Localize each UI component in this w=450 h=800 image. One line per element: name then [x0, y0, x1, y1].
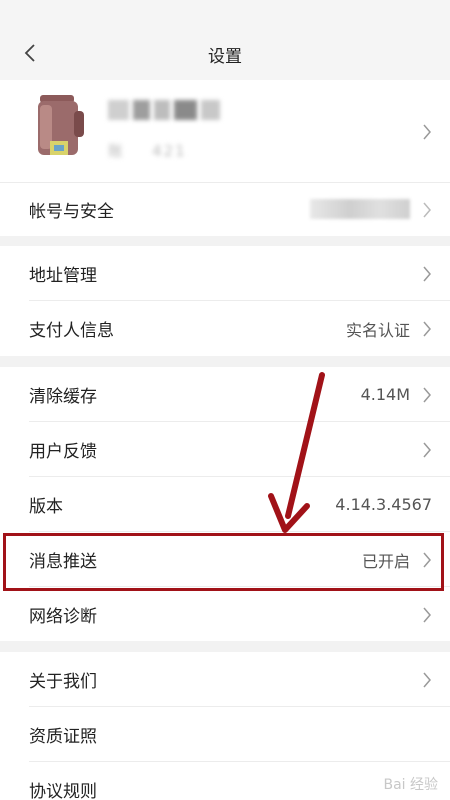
chevron-right-icon	[423, 442, 431, 458]
row-label: 关于我们	[29, 672, 97, 692]
avatar	[38, 95, 84, 155]
address-management-row[interactable]: 地址管理	[0, 246, 450, 301]
row-label: 版本	[29, 497, 63, 517]
user-feedback-row[interactable]: 用户反馈	[0, 422, 450, 477]
blurred-account-id: 账 421	[108, 142, 187, 160]
row-value: 4.14.3.4567	[335, 495, 432, 514]
chevron-right-icon	[423, 607, 431, 623]
page-title: 设置	[208, 47, 242, 67]
row-value: 实名认证	[345, 320, 410, 340]
clear-cache-row[interactable]: 清除缓存 4.14M	[0, 367, 450, 422]
row-label: 清除缓存	[29, 387, 97, 407]
row-label: 资质证照	[29, 727, 97, 747]
chevron-right-icon	[423, 266, 431, 282]
version-row: 版本 4.14.3.4567	[0, 477, 450, 532]
highlight-box	[3, 533, 444, 591]
row-label: 支付人信息	[29, 321, 114, 341]
row-label: 帐号与安全	[29, 202, 114, 222]
chevron-right-icon	[423, 321, 431, 337]
chevron-right-icon	[423, 202, 431, 218]
chevron-right-icon	[423, 387, 431, 403]
profile-row[interactable]	[0, 80, 450, 183]
network-diagnosis-row[interactable]: 网络诊断	[0, 587, 450, 642]
row-label: 用户反馈	[29, 442, 97, 462]
chevron-right-icon	[423, 672, 431, 688]
blurred-phone-value	[310, 199, 410, 219]
blurred-username	[108, 100, 221, 120]
about-us-row[interactable]: 关于我们	[0, 652, 450, 707]
row-value: 4.14M	[360, 385, 410, 404]
row-label: 协议规则	[29, 782, 97, 800]
payer-info-row[interactable]: 支付人信息 实名认证	[0, 301, 450, 356]
watermark: Bai 经验	[383, 777, 438, 793]
nav-header: 设置	[0, 0, 450, 80]
row-label: 地址管理	[29, 266, 97, 286]
qualification-row[interactable]: 资质证照	[0, 707, 450, 762]
row-label: 网络诊断	[29, 607, 97, 627]
chevron-right-icon	[423, 124, 431, 140]
